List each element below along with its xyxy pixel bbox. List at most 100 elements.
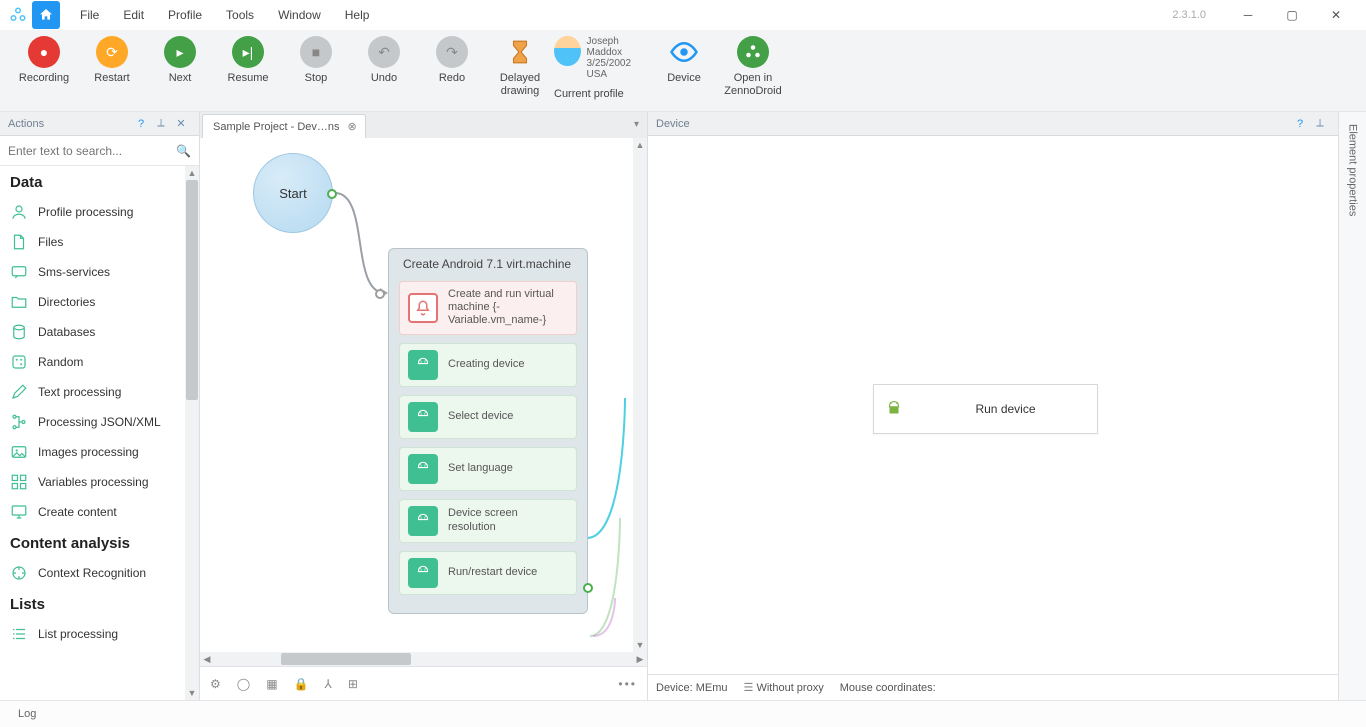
menu-file[interactable]: File — [68, 0, 111, 30]
app-version: 2.3.1.0 — [1172, 9, 1206, 21]
actions-scrollbar[interactable]: ▲ ▼ — [185, 166, 199, 700]
gear-icon[interactable]: ⚙ — [210, 677, 221, 691]
action-label: Context Recognition — [38, 566, 146, 580]
next-button[interactable]: ▸Next — [146, 36, 214, 111]
open-in-zennodroid-button[interactable]: Open in ZennoDroid — [719, 36, 787, 111]
minimize-button[interactable]: ─ — [1226, 0, 1270, 30]
group-port-in[interactable] — [375, 289, 385, 299]
grid-icon[interactable]: ▦ — [266, 677, 277, 691]
stop-button[interactable]: ■Stop — [282, 36, 350, 111]
canvas-toolbar: ⚙ ◯ ▦ 🔒 ⅄ ⊞ ••• — [200, 666, 647, 700]
action-item[interactable]: Databases — [0, 317, 185, 347]
action-item[interactable]: Processing JSON/XML — [0, 407, 185, 437]
actions-search[interactable]: 🔍 — [0, 136, 199, 166]
action-label: Text processing — [38, 385, 121, 399]
step-0[interactable]: Create and run virtual machine {-Variabl… — [399, 281, 577, 335]
step-1[interactable]: Creating device — [399, 343, 577, 387]
action-item[interactable]: Images processing — [0, 437, 185, 467]
user-icon[interactable]: ◯ — [237, 677, 250, 691]
action-item[interactable]: Create content — [0, 497, 185, 527]
device-pin-icon[interactable]: ⟂ — [1310, 117, 1330, 130]
close-button[interactable]: ✕ — [1314, 0, 1358, 30]
pin-icon[interactable]: ⟂ — [151, 117, 171, 130]
step-3[interactable]: Set language — [399, 447, 577, 491]
menu-tools[interactable]: Tools — [214, 0, 266, 30]
menu-profile[interactable]: Profile — [156, 0, 214, 30]
canvas[interactable]: Start Create Android 7.1 virt.machine Cr… — [200, 138, 647, 652]
step-label: Creating device — [448, 358, 524, 371]
menu-help[interactable]: Help — [333, 0, 382, 30]
canvas-hscrollbar[interactable]: ◀▶ — [200, 652, 647, 666]
action-item[interactable]: Directories — [0, 287, 185, 317]
action-item[interactable]: Variables processing — [0, 467, 185, 497]
vars-icon — [10, 473, 28, 491]
profile-date: 3/25/2002 — [587, 58, 649, 69]
help-icon[interactable]: ? — [131, 118, 151, 130]
action-item[interactable]: List processing — [0, 619, 185, 649]
step-label: Run/restart device — [448, 566, 537, 579]
step-label: Device screen resolution — [448, 507, 568, 533]
titlebar: File Edit Profile Tools Window Help 2.3.… — [0, 0, 1366, 30]
actions-group-header: Data — [0, 166, 185, 197]
redo-button[interactable]: ↷Redo — [418, 36, 486, 111]
delayed-drawing-button[interactable]: Delayed drawing — [486, 36, 554, 111]
tab-sample-project[interactable]: Sample Project - Dev…ns ⊗ — [202, 114, 366, 138]
restart-button[interactable]: ⟳Restart — [78, 36, 146, 111]
step-2[interactable]: Select device — [399, 395, 577, 439]
action-item[interactable]: Sms-services — [0, 257, 185, 287]
undo-button[interactable]: ↶Undo — [350, 36, 418, 111]
lock-icon[interactable]: 🔒 — [294, 677, 309, 691]
device-help-icon[interactable]: ? — [1290, 118, 1310, 130]
close-panel-icon[interactable]: ✕ — [171, 117, 191, 130]
step-4[interactable]: Device screen resolution — [399, 499, 577, 543]
group-port-out[interactable] — [583, 583, 593, 593]
pencil-icon — [10, 383, 28, 401]
search-input[interactable] — [8, 144, 176, 158]
run-device-card[interactable]: Run device — [873, 384, 1098, 434]
start-node[interactable]: Start — [253, 153, 333, 233]
home-button[interactable] — [32, 1, 60, 29]
android-icon — [408, 350, 438, 380]
action-label: List processing — [38, 627, 118, 641]
device-button[interactable]: Device — [649, 36, 719, 111]
group-title: Create Android 7.1 virt.machine — [399, 257, 577, 271]
hourglass-icon — [504, 36, 536, 68]
actions-title: Actions — [8, 118, 44, 130]
app-logo-icon — [8, 5, 28, 25]
more-icon[interactable]: ••• — [618, 677, 637, 691]
device-viewport[interactable]: Run device — [648, 136, 1338, 674]
canvas-vscrollbar[interactable]: ▲ ▼ — [633, 138, 647, 652]
action-label: Profile processing — [38, 205, 133, 219]
action-item[interactable]: Files — [0, 227, 185, 257]
tab-close-icon[interactable]: ⊗ — [348, 120, 357, 133]
action-item[interactable]: Context Recognition — [0, 558, 185, 588]
element-properties-rail[interactable]: Element properties — [1338, 112, 1366, 700]
menu-edit[interactable]: Edit — [111, 0, 156, 30]
branch-icon[interactable]: ⅄ — [325, 677, 332, 691]
avatar-icon — [554, 36, 581, 66]
android-icon — [874, 400, 914, 418]
action-item[interactable]: Random — [0, 347, 185, 377]
start-port-out[interactable] — [327, 189, 337, 199]
action-label: Sms-services — [38, 265, 110, 279]
add-icon[interactable]: ⊞ — [348, 677, 358, 691]
action-item[interactable]: Profile processing — [0, 197, 185, 227]
group-create-android[interactable]: Create Android 7.1 virt.machine Create a… — [388, 248, 588, 614]
run-device-label: Run device — [914, 402, 1097, 416]
resume-button[interactable]: ▸|Resume — [214, 36, 282, 111]
android-icon — [408, 558, 438, 588]
recording-button[interactable]: ●Recording — [10, 36, 78, 111]
action-item[interactable]: Text processing — [0, 377, 185, 407]
ribbon-toolbar: ●Recording ⟳Restart ▸Next ▸|Resume ■Stop… — [0, 30, 1366, 112]
log-bar[interactable]: Log — [0, 700, 1366, 727]
profile-icon — [10, 203, 28, 221]
step-5[interactable]: Run/restart device — [399, 551, 577, 595]
maximize-button[interactable]: ▢ — [1270, 0, 1314, 30]
menu-window[interactable]: Window — [266, 0, 333, 30]
monitor-icon — [10, 503, 28, 521]
current-profile-button[interactable]: Joseph Maddox 3/25/2002 USA Current prof… — [554, 36, 649, 111]
action-label: Databases — [38, 325, 95, 339]
device-title: Device — [656, 118, 690, 130]
tabs-dropdown-icon[interactable]: ▾ — [634, 119, 639, 130]
device-panel: Device ? ⟂ Run device Device: MEmu ☰ Wit… — [648, 112, 1338, 700]
